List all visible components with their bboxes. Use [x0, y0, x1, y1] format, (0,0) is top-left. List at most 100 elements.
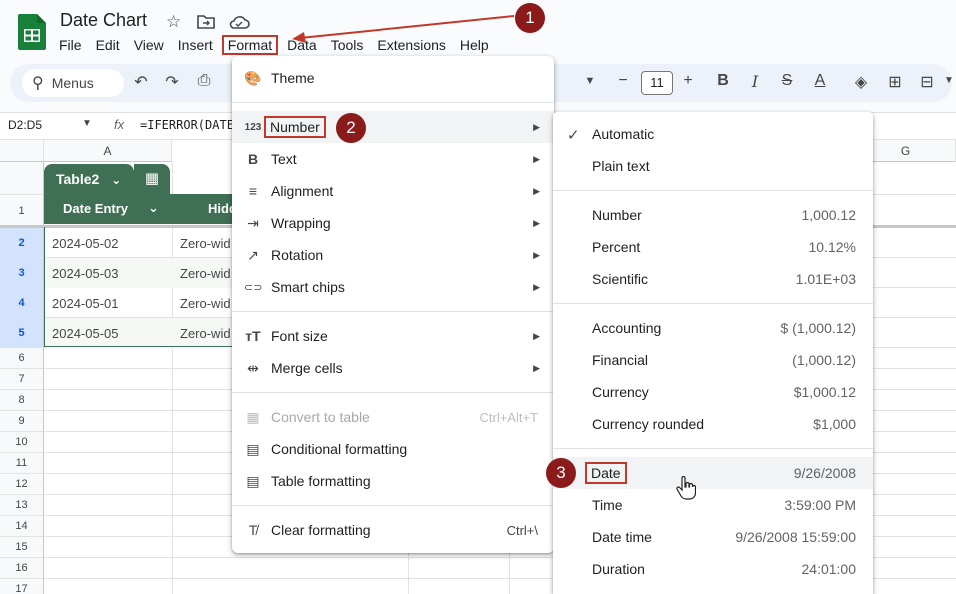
align-icon: ≡: [248, 183, 258, 199]
row-header[interactable]: 5: [0, 318, 44, 348]
check-icon: ✓: [567, 127, 580, 144]
row-header[interactable]: [0, 162, 44, 195]
format-menu-text[interactable]: B Text ▶: [232, 143, 554, 175]
menu-view[interactable]: View: [127, 35, 171, 55]
chevron-down-icon: ⌄: [111, 173, 122, 187]
row-header[interactable]: 3: [0, 258, 44, 288]
text-color-button[interactable]: A: [809, 72, 831, 90]
font-size-icon: тT: [245, 328, 261, 344]
row-header[interactable]: 6: [0, 348, 44, 369]
decrease-font-size-icon[interactable]: −: [612, 72, 634, 90]
formula-input[interactable]: =IFERROR(DATE: [140, 118, 234, 132]
column-header-a[interactable]: A: [44, 140, 172, 162]
number-format-duration[interactable]: Duration 24:01:00: [553, 553, 873, 585]
format-menu-font-size[interactable]: тT Font size ▶: [232, 320, 554, 352]
number-format-date-time[interactable]: Date time 9/26/2008 15:59:00: [553, 521, 873, 553]
number-format-currency[interactable]: Currency $1,000.12: [553, 376, 873, 408]
print-icon[interactable]: ⎙: [193, 72, 215, 90]
cell-date[interactable]: 2024-05-03: [52, 266, 119, 281]
name-box[interactable]: D2:D5: [8, 118, 42, 132]
sheets-logo-icon[interactable]: [18, 14, 46, 50]
font-size-input[interactable]: 11: [641, 71, 673, 95]
italic-button[interactable]: I: [744, 72, 766, 91]
number-format-icon: 123: [244, 121, 262, 133]
format-menu-wrapping[interactable]: ⇥ Wrapping ▶: [232, 207, 554, 239]
document-title[interactable]: Date Chart: [60, 10, 147, 31]
number-format-financial[interactable]: Financial (1,000.12): [553, 344, 873, 376]
star-icon[interactable]: ☆: [166, 12, 181, 32]
number-format-percent[interactable]: Percent 10.12%: [553, 231, 873, 263]
wrap-icon: ⇥: [247, 214, 259, 231]
merge-dropdown-caret-icon[interactable]: ▼: [938, 75, 956, 86]
paint-roller-icon: ▤: [246, 440, 260, 457]
format-menu-clear-formatting[interactable]: T̸ Clear formatting Ctrl+\: [232, 514, 554, 546]
row-header[interactable]: 13: [0, 495, 44, 516]
format-menu-rotation[interactable]: ↗ Rotation ▶: [232, 239, 554, 271]
cell-date[interactable]: 2024-05-02: [52, 236, 119, 251]
name-box-caret-icon[interactable]: ▼: [82, 118, 92, 129]
smart-chip-icon: ⊂⊃: [244, 281, 263, 294]
font-dropdown-caret-icon[interactable]: ▼: [579, 75, 601, 87]
row-header[interactable]: 7: [0, 369, 44, 390]
cell-date[interactable]: 2024-05-01: [52, 296, 119, 311]
menus-search-button[interactable]: ⚲ Menus: [22, 69, 124, 97]
fx-icon: fx: [114, 117, 125, 132]
row-header[interactable]: 1: [0, 195, 44, 227]
number-format-plain-text[interactable]: Plain text: [553, 150, 873, 182]
format-menu-table-formatting[interactable]: ▤ Table formatting: [232, 465, 554, 497]
table-name-chip[interactable]: Table2 ⌄: [44, 164, 134, 194]
cell-hidden[interactable]: Zero-wid: [180, 266, 231, 281]
row-header[interactable]: 16: [0, 558, 44, 579]
row-header[interactable]: 9: [0, 411, 44, 432]
menu-edit[interactable]: Edit: [89, 35, 127, 55]
submenu-arrow-icon: ▶: [533, 330, 540, 341]
format-menu-merge-cells[interactable]: ⇹ Merge cells ▶: [232, 352, 554, 384]
increase-font-size-icon[interactable]: +: [677, 72, 699, 90]
menu-file[interactable]: File: [52, 35, 89, 55]
row-header[interactable]: 8: [0, 390, 44, 411]
number-format-date[interactable]: Date 9/26/2008: [553, 457, 873, 489]
redo-icon[interactable]: ↷: [161, 72, 183, 92]
table-header-date-entry[interactable]: Date Entry: [63, 201, 128, 216]
format-menu-number[interactable]: 123 Number ▶: [232, 111, 554, 143]
cloud-icon[interactable]: [228, 14, 250, 30]
fill-color-icon[interactable]: ◈: [850, 72, 872, 92]
shortcut-label: Ctrl+\: [506, 522, 538, 538]
row-header[interactable]: 17: [0, 579, 44, 594]
select-all-corner[interactable]: [0, 140, 44, 162]
callout-badge-1: 1: [515, 3, 545, 33]
undo-icon[interactable]: ↶: [130, 72, 152, 92]
cell-date[interactable]: 2024-05-05: [52, 326, 119, 341]
row-header[interactable]: 12: [0, 474, 44, 495]
row-header[interactable]: 10: [0, 432, 44, 453]
table-view-icon[interactable]: ▦: [134, 164, 170, 194]
cell-hidden[interactable]: Zero-wid: [180, 236, 231, 251]
number-format-time[interactable]: Time 3:59:00 PM: [553, 489, 873, 521]
number-format-accounting[interactable]: Accounting $ (1,000.12): [553, 312, 873, 344]
submenu-arrow-icon: ▶: [533, 153, 540, 164]
merge-cells-icon[interactable]: ⊟: [916, 72, 938, 92]
format-menu-smart-chips[interactable]: ⊂⊃ Smart chips ▶: [232, 271, 554, 303]
format-menu-alignment[interactable]: ≡ Alignment ▶: [232, 175, 554, 207]
cell-hidden[interactable]: Zero-wid: [180, 296, 231, 311]
number-format-currency-rounded[interactable]: Currency rounded $1,000: [553, 408, 873, 440]
menu-format[interactable]: Format: [221, 35, 279, 55]
column-menu-chevron-icon[interactable]: ⌄: [148, 200, 159, 216]
row-header[interactable]: 2: [0, 228, 44, 258]
cell-hidden[interactable]: Zero-wid: [180, 326, 231, 341]
row-header[interactable]: 11: [0, 453, 44, 474]
bold-button[interactable]: B: [712, 72, 734, 90]
clear-format-icon: T̸: [248, 522, 258, 538]
number-format-scientific[interactable]: Scientific 1.01E+03: [553, 263, 873, 295]
format-menu-theme[interactable]: 🎨 Theme: [232, 62, 554, 94]
row-header[interactable]: 15: [0, 537, 44, 558]
strikethrough-button[interactable]: S: [776, 72, 798, 90]
borders-icon[interactable]: ⊞: [884, 72, 906, 92]
number-format-number[interactable]: Number 1,000.12: [553, 199, 873, 231]
row-header[interactable]: 14: [0, 516, 44, 537]
number-format-automatic[interactable]: ✓ Automatic: [553, 118, 873, 150]
move-folder-icon[interactable]: [197, 14, 215, 30]
format-menu-conditional-formatting[interactable]: ▤ Conditional formatting: [232, 433, 554, 465]
menu-insert[interactable]: Insert: [171, 35, 220, 55]
row-header[interactable]: 4: [0, 288, 44, 318]
